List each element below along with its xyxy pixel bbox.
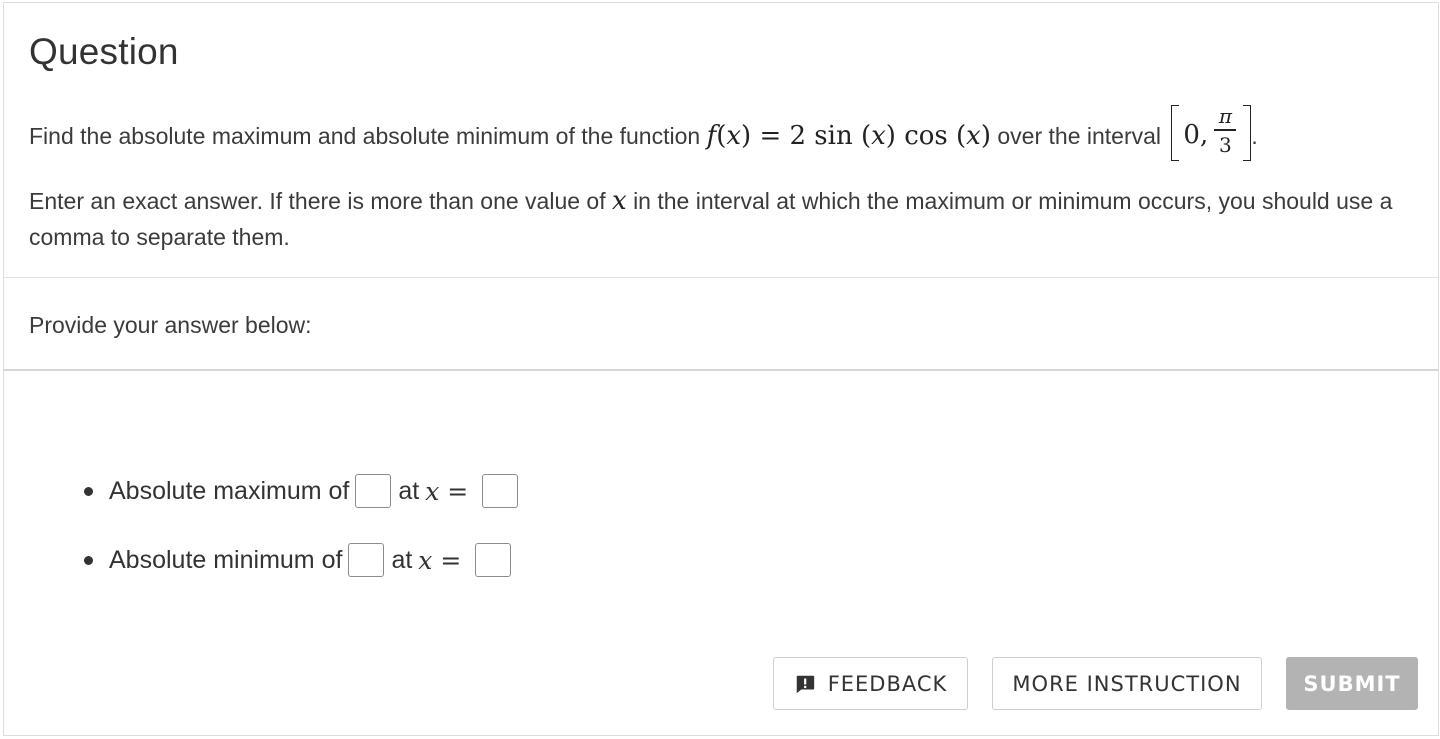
instruction-part1: Enter an exact answer. If there is more … xyxy=(29,188,606,214)
more-instruction-label: MORE INSTRUCTION xyxy=(1012,671,1242,696)
question-prompt: Find the absolute maximum and absolute m… xyxy=(29,104,1258,167)
answer-label-max: Absolute maximum of xyxy=(109,476,350,505)
bullet-icon xyxy=(84,555,93,565)
left-bracket xyxy=(1171,105,1180,161)
x-equals: x = xyxy=(418,545,462,575)
bullet-icon xyxy=(84,486,93,496)
instruction-variable: x xyxy=(612,186,627,216)
x-equals: x = xyxy=(425,476,469,506)
max-x-input[interactable] xyxy=(482,474,519,508)
at-label: at xyxy=(391,545,413,574)
at-label: at xyxy=(398,476,420,505)
prompt-prefix: Find the absolute maximum and absolute m… xyxy=(29,123,701,150)
answer-header: Provide your answer below: xyxy=(29,312,312,338)
interval-start: 0, xyxy=(1183,120,1209,150)
more-instruction-button[interactable]: MORE INSTRUCTION xyxy=(992,657,1262,710)
prompt-middle: over the interval xyxy=(997,123,1162,150)
list-item: Absolute minimum of at x = xyxy=(84,543,512,577)
max-value-input[interactable] xyxy=(355,474,392,508)
right-bracket xyxy=(1243,105,1252,161)
question-section: Question Find the absolute maximum and a… xyxy=(4,3,1438,278)
question-title: Question xyxy=(29,31,179,72)
interval-expression: 0, π 3 xyxy=(1171,103,1252,163)
comment-alert-icon xyxy=(796,675,814,693)
interval-end-fraction: π 3 xyxy=(1213,103,1237,159)
answer-label-min: Absolute minimum of xyxy=(109,545,343,574)
question-card: Question Find the absolute maximum and a… xyxy=(3,2,1439,736)
min-x-input[interactable] xyxy=(475,543,512,577)
fraction-denominator: 3 xyxy=(1219,132,1232,157)
function-expression: f(x) = 2 sin (x) cos (x) xyxy=(706,121,991,152)
question-instruction: Enter an exact answer. If there is more … xyxy=(29,183,1414,255)
prompt-end: . xyxy=(1251,123,1258,150)
feedback-button[interactable]: FEEDBACK xyxy=(773,657,968,710)
feedback-label: FEEDBACK xyxy=(827,671,948,696)
min-value-input[interactable] xyxy=(348,543,385,577)
submit-button[interactable]: SUBMIT xyxy=(1286,657,1418,710)
list-item: Absolute maximum of at x = xyxy=(84,474,519,508)
submit-label: SUBMIT xyxy=(1303,671,1401,696)
fraction-numerator: π xyxy=(1218,104,1232,128)
answer-header-section: Provide your answer below: xyxy=(4,278,1438,371)
